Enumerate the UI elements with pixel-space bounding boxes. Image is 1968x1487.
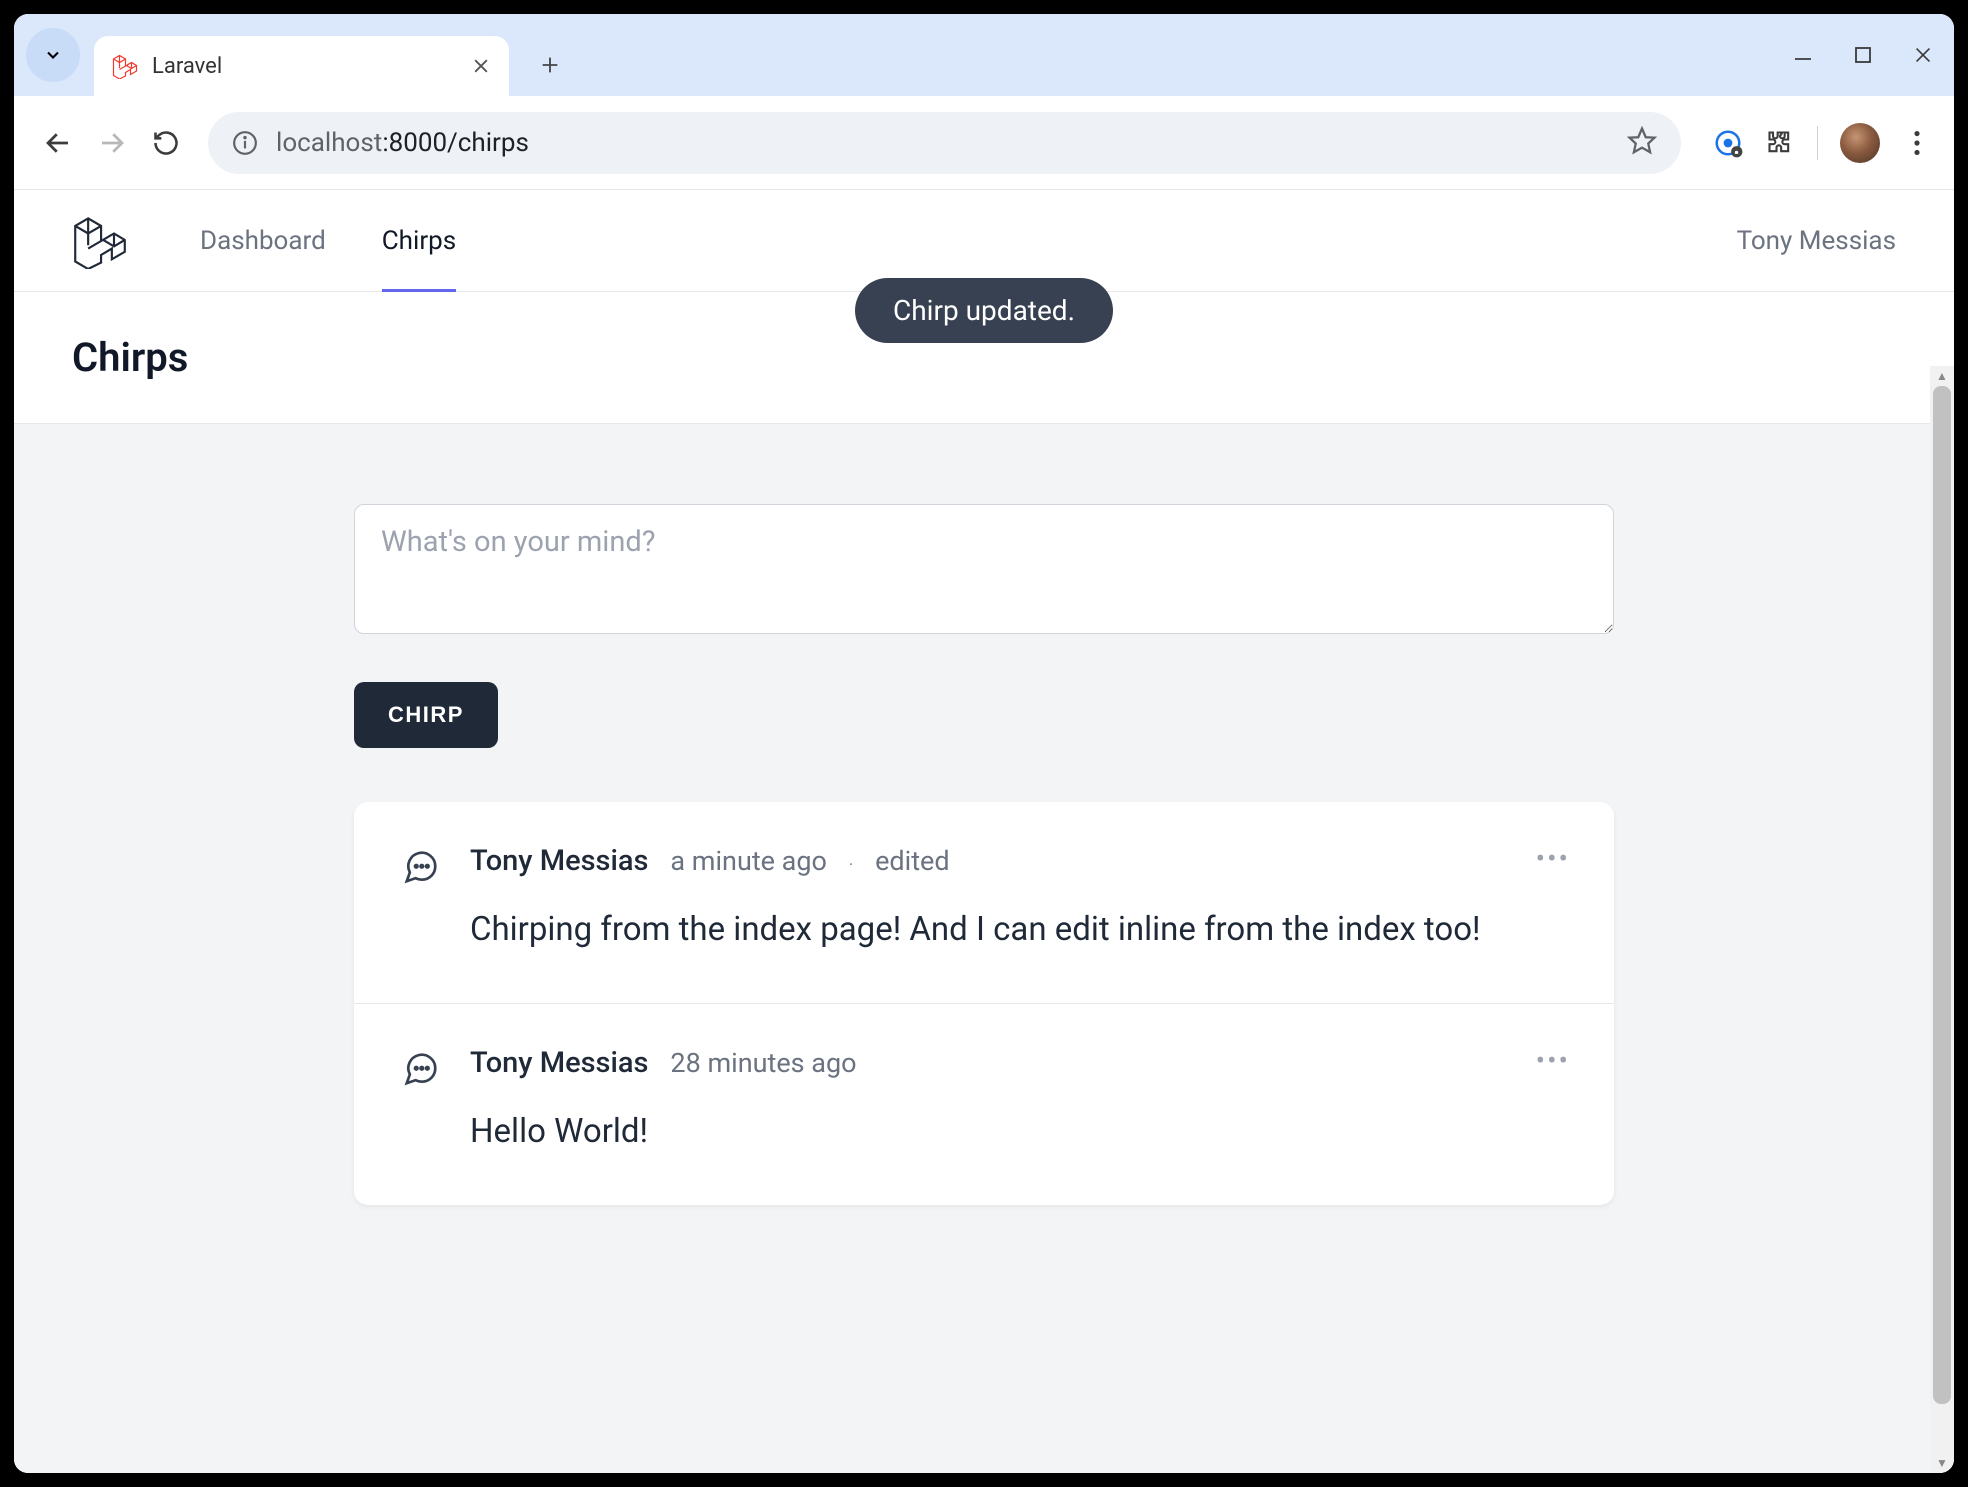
- chevron-down-icon: [43, 45, 63, 65]
- chirp-edited-label: edited: [875, 845, 950, 877]
- chat-bubble-icon: [402, 848, 440, 886]
- close-icon[interactable]: [471, 56, 491, 76]
- page-viewport: Dashboard Chirps Tony Messias Chirp upda…: [14, 190, 1954, 1473]
- chirp-submit-button[interactable]: Chirp: [354, 682, 498, 748]
- maximize-button[interactable]: [1852, 44, 1874, 66]
- arrow-left-icon: [43, 128, 73, 158]
- page-body: Chirp Tony Messias a minute ago ·: [14, 424, 1954, 1473]
- tab-strip: Laravel: [14, 14, 1954, 96]
- devtools-button[interactable]: [1713, 128, 1743, 158]
- tab-title: Laravel: [152, 54, 457, 79]
- search-tabs-button[interactable]: [26, 28, 80, 82]
- chirp-menu-button[interactable]: •••: [1536, 1044, 1570, 1077]
- window-controls: [1792, 14, 1934, 96]
- chirp-menu-button[interactable]: •••: [1536, 842, 1570, 875]
- app-nav: Dashboard Chirps Tony Messias: [14, 190, 1954, 292]
- scrollbar[interactable]: ▲ ▼: [1930, 366, 1954, 1473]
- close-window-button[interactable]: [1912, 44, 1934, 66]
- eye-dev-icon: [1713, 128, 1743, 158]
- reload-icon: [152, 129, 180, 157]
- nav-link-dashboard[interactable]: Dashboard: [200, 190, 326, 291]
- ellipsis-icon: •••: [1536, 1044, 1570, 1077]
- chirp-author: Tony Messias: [470, 1046, 648, 1080]
- forward-button[interactable]: [90, 121, 134, 165]
- toast-notification: Chirp updated.: [855, 278, 1113, 343]
- chirp-item: Tony Messias 28 minutes ago Hello World!…: [354, 1003, 1614, 1205]
- chirp-list: Tony Messias a minute ago · edited Chirp…: [354, 802, 1614, 1205]
- toolbar-right: [1701, 123, 1932, 163]
- plus-icon: [539, 54, 561, 76]
- info-icon: [232, 130, 258, 156]
- browser-tab[interactable]: Laravel: [94, 36, 509, 96]
- star-icon: [1627, 126, 1657, 156]
- arrow-right-icon: [97, 128, 127, 158]
- puzzle-icon: [1766, 129, 1794, 157]
- separator-dot: ·: [849, 855, 853, 874]
- new-tab-button[interactable]: [527, 42, 573, 88]
- kebab-icon: [1913, 130, 1921, 156]
- address-bar[interactable]: localhost:8000/chirps: [208, 112, 1681, 174]
- back-button[interactable]: [36, 121, 80, 165]
- browser-toolbar: localhost:8000/chirps: [14, 96, 1954, 190]
- scroll-down-icon: ▼: [1930, 1453, 1954, 1473]
- laravel-favicon-icon: [112, 53, 138, 79]
- profile-avatar[interactable]: [1840, 123, 1880, 163]
- ellipsis-icon: •••: [1536, 842, 1570, 875]
- nav-link-chirps[interactable]: Chirps: [382, 190, 456, 291]
- chirp-author: Tony Messias: [470, 844, 648, 878]
- chirp-text: Chirping from the index page! And I can …: [470, 904, 1566, 955]
- chirp-time: a minute ago: [670, 845, 827, 877]
- menu-button[interactable]: [1902, 128, 1932, 158]
- divider: [1817, 126, 1818, 160]
- chirp-time: 28 minutes ago: [670, 1047, 856, 1079]
- chirp-item: Tony Messias a minute ago · edited Chirp…: [354, 802, 1614, 1003]
- chirp-textarea[interactable]: [354, 504, 1614, 634]
- bookmark-button[interactable]: [1627, 126, 1657, 160]
- scroll-up-icon: ▲: [1930, 366, 1954, 386]
- nav-user-menu[interactable]: Tony Messias: [1737, 226, 1896, 256]
- chat-bubble-icon: [402, 1050, 440, 1088]
- url-text: localhost:8000/chirps: [276, 128, 529, 158]
- laravel-logo-icon: [72, 213, 128, 269]
- chirp-text: Hello World!: [470, 1106, 1566, 1157]
- reload-button[interactable]: [144, 121, 188, 165]
- scrollbar-thumb[interactable]: [1933, 386, 1951, 1404]
- minimize-button[interactable]: [1792, 44, 1814, 66]
- browser-window: Laravel localhost:8000/chirps: [14, 14, 1954, 1473]
- extensions-button[interactable]: [1765, 128, 1795, 158]
